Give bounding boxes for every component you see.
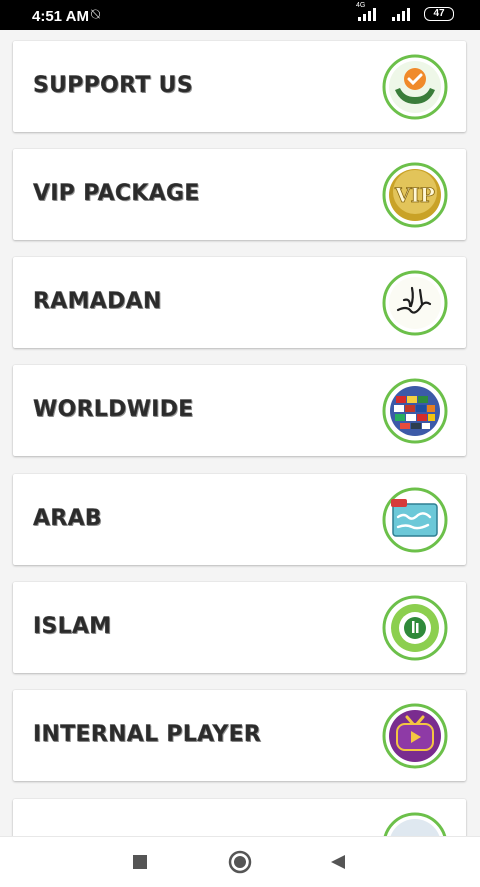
ramadan-calligraphy-icon (382, 270, 448, 336)
battery-icon: 47 (424, 7, 454, 21)
arab-live-tv-icon (382, 487, 448, 553)
status-bar: 4:51 AM ⍉ 4G 47 (0, 0, 480, 30)
menu-item-label: INTERNAL PLAYER (33, 722, 262, 747)
vip-gold-icon: VIP (382, 162, 448, 228)
cellular-signal-2-icon (390, 7, 414, 21)
menu-item-label: VIP PACKAGE (33, 181, 200, 206)
islam-icon (382, 595, 448, 661)
system-nav-bar (0, 836, 480, 887)
alarm-off-icon: ⍉ (91, 6, 101, 23)
cellular-signal-icon: 4G (356, 2, 380, 21)
menu-item-label: RAMADAN (33, 289, 162, 314)
menu-item-vip-package[interactable]: VIP PACKAGE VIP (13, 149, 466, 240)
menu-list[interactable]: SUPPORT US VIP PACKAGE VIP RAMADAN WORLD… (0, 30, 480, 836)
menu-item-ramadan[interactable]: RAMADAN (13, 257, 466, 348)
menu-item-label: ISLAM (33, 614, 112, 639)
menu-item-islam[interactable]: ISLAM (13, 582, 466, 673)
svg-text:VIP: VIP (394, 183, 435, 207)
network-tag: 4G (356, 2, 366, 9)
home-circle-icon[interactable] (227, 849, 253, 875)
menu-item-worldwide[interactable]: WORLDWIDE (13, 365, 466, 456)
menu-item-arab[interactable]: ARAB (13, 474, 466, 565)
menu-item-support-us[interactable]: SUPPORT US (13, 41, 466, 132)
menu-item-partial[interactable] (13, 799, 466, 836)
world-flags-icon (382, 378, 448, 444)
menu-item-label: ARAB (33, 506, 102, 531)
tv-play-icon (382, 703, 448, 769)
menu-item-internal-player[interactable]: INTERNAL PLAYER (13, 690, 466, 781)
menu-item-label: WORLDWIDE (33, 397, 194, 422)
support-check-hands-icon (382, 54, 448, 120)
menu-item-label: SUPPORT US (33, 73, 193, 98)
partial-icon (383, 812, 447, 836)
back-triangle-icon[interactable] (325, 849, 351, 875)
recents-square-icon[interactable] (127, 849, 153, 875)
status-time: 4:51 AM (32, 8, 89, 25)
status-right-group: 4G 47 (356, 2, 454, 21)
